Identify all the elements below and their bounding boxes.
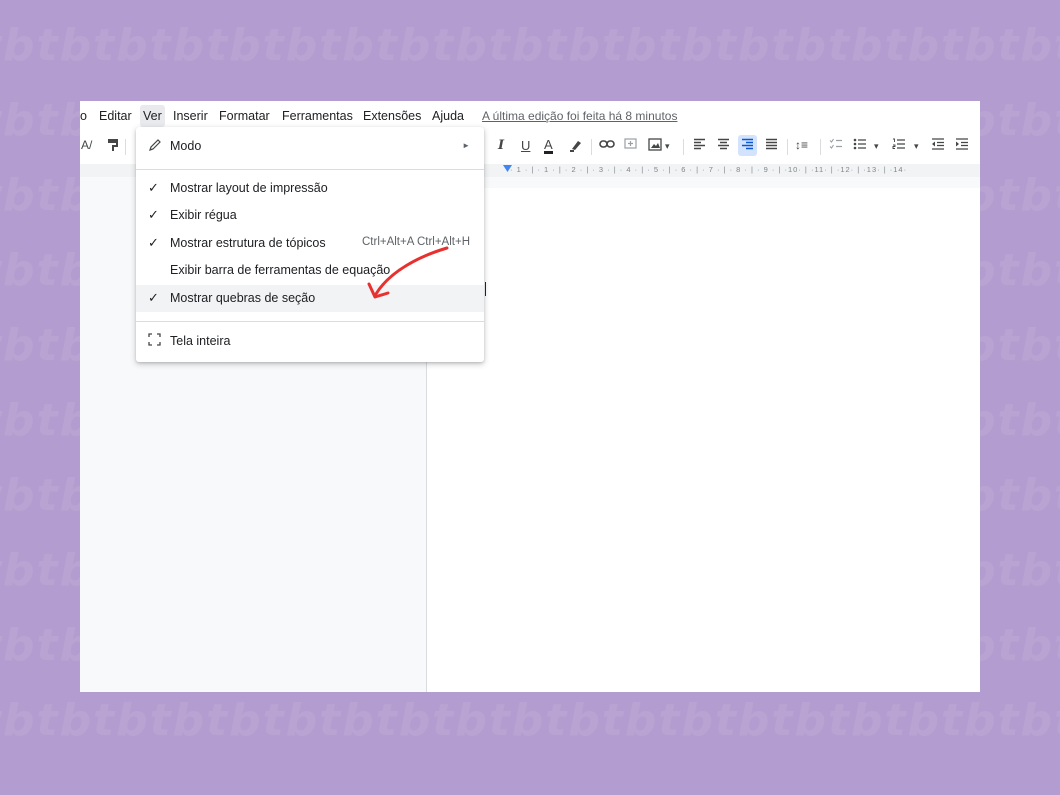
text-color-button[interactable]: A [544, 138, 553, 154]
toolbar-divider [820, 139, 821, 155]
align-left-icon[interactable] [693, 138, 706, 153]
google-docs-screenshot: o Editar Ver Inserir Formatar Ferramenta… [80, 101, 980, 692]
document-page[interactable] [426, 188, 980, 692]
menu-item-shortcut: Ctrl+Alt+A Ctrl+Alt+H [361, 236, 470, 248]
menu-item-mostrar-estrutura-de-topicos[interactable]: ✓ Mostrar estrutura de tópicos Ctrl+Alt+… [136, 230, 484, 257]
bulleted-list-icon[interactable] [853, 138, 867, 153]
menu-item-label: Mostrar layout de impressão [170, 181, 328, 195]
toolbar-divider [125, 139, 126, 155]
menu-item-label: Tela inteira [170, 334, 231, 348]
decrease-indent-icon[interactable] [931, 138, 945, 153]
menu-ajuda[interactable]: Ajuda [432, 109, 464, 123]
toolbar-divider [683, 139, 684, 155]
menu-inserir[interactable]: Inserir [173, 109, 208, 123]
toolbar-divider [787, 139, 788, 155]
text-cursor [485, 282, 486, 296]
menu-item-label: Mostrar quebras de seção [170, 291, 316, 305]
check-icon: ✓ [148, 290, 159, 305]
menu-item-tela-inteira[interactable]: Tela inteira [136, 328, 484, 355]
italic-button[interactable]: I [498, 138, 504, 153]
menu-ver[interactable]: Ver [140, 105, 165, 127]
menu-file-partial[interactable]: o [80, 109, 87, 123]
increase-indent-icon[interactable] [955, 138, 969, 153]
menu-item-mostrar-layout-de-impressao[interactable]: ✓ Mostrar layout de impressão [136, 175, 484, 202]
numbered-list-dropdown-icon[interactable]: ▾ [914, 141, 919, 152]
spellcheck-icon[interactable]: A/ [81, 138, 92, 152]
menu-divider [136, 321, 484, 322]
menu-divider [136, 169, 484, 170]
check-icon: ✓ [148, 180, 159, 195]
align-right-icon[interactable] [738, 135, 757, 156]
menu-item-modo[interactable]: Modo ► [136, 133, 484, 160]
menu-editar[interactable]: Editar [99, 109, 132, 123]
insert-image-icon[interactable] [648, 138, 662, 154]
underline-button[interactable]: U [521, 138, 530, 153]
add-comment-icon[interactable] [624, 138, 637, 154]
menu-item-label: Exibir barra de ferramentas de equação [170, 263, 391, 277]
link-icon[interactable] [599, 138, 615, 153]
numbered-list-icon[interactable] [892, 138, 906, 153]
pencil-icon [148, 138, 162, 155]
menu-item-exibir-barra-de-ferramentas-de-equacao[interactable]: Exibir barra de ferramentas de equação [136, 257, 484, 284]
menu-item-exibir-regua[interactable]: ✓ Exibir régua [136, 202, 484, 229]
menu-formatar[interactable]: Formatar [219, 109, 270, 123]
menu-extensoes[interactable]: Extensões [363, 109, 421, 123]
check-icon: ✓ [148, 207, 159, 222]
view-menu-dropdown: Modo ► ✓ Mostrar layout de impressão ✓ E… [136, 127, 484, 362]
checklist-icon[interactable] [829, 138, 843, 153]
line-spacing-icon[interactable]: ↕≡ [795, 138, 808, 152]
last-edit-link[interactable]: A última edição foi feita há 8 minutos [482, 109, 677, 123]
toolbar-divider [591, 139, 592, 155]
check-icon: ✓ [148, 235, 159, 250]
paint-format-icon[interactable] [107, 138, 120, 155]
menu-item-label: Modo [170, 139, 202, 153]
menu-item-label: Exibir régua [170, 208, 237, 222]
image-dropdown-icon[interactable]: ▾ [665, 141, 670, 152]
justify-icon[interactable] [765, 138, 778, 153]
highlight-icon[interactable] [569, 138, 583, 155]
bulleted-list-dropdown-icon[interactable]: ▾ [874, 141, 879, 152]
align-center-icon[interactable] [717, 138, 730, 153]
submenu-arrow-icon: ► [462, 141, 470, 150]
fullscreen-icon [148, 333, 161, 349]
menu-bar: o Editar Ver Inserir Formatar Ferramenta… [80, 101, 980, 128]
ruler-marks: · 1 · | · 1 · | · 2 · | · 3 · | · 4 · | … [510, 165, 908, 174]
menu-item-mostrar-quebras-de-secao[interactable]: ✓ Mostrar quebras de seção [136, 285, 484, 312]
menu-item-label: Mostrar estrutura de tópicos [170, 236, 326, 250]
menu-ferramentas[interactable]: Ferramentas [282, 109, 353, 123]
